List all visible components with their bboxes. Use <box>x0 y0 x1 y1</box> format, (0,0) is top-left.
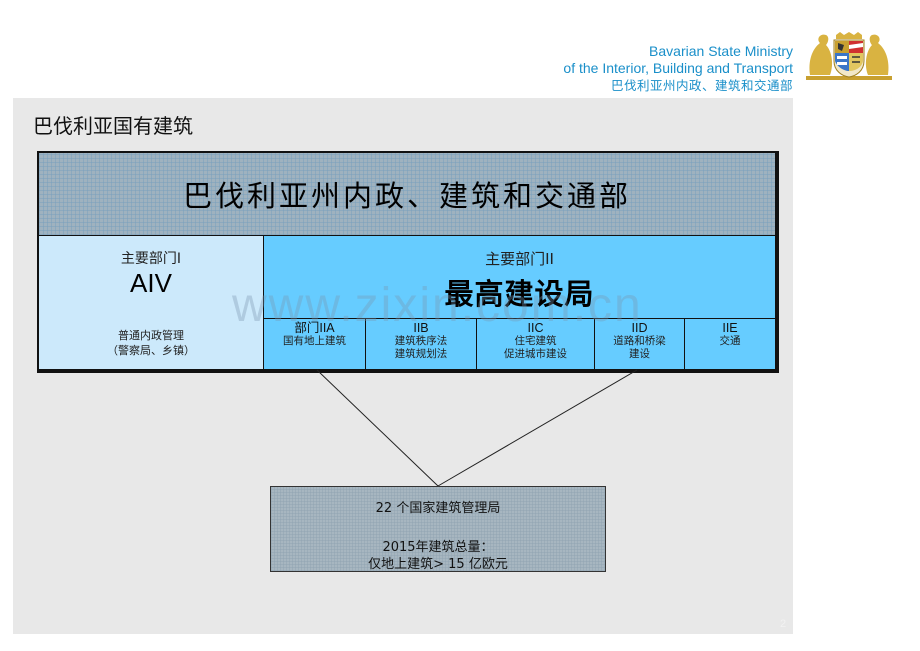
header-line-1: Bavarian State Ministry <box>649 43 793 59</box>
summary-line-3: 仅地上建筑> 15 亿欧元 <box>368 557 508 572</box>
page-number: 2 <box>780 618 787 630</box>
department-i-code: AIV <box>130 268 172 298</box>
department-ii-label: 主要部门II <box>485 250 554 268</box>
subdivision-line-1: 道路和桥梁 <box>613 335 666 347</box>
department-i-desc-line-2: （警察局、乡镇） <box>107 344 195 357</box>
summary-line-1: 22 个国家建筑管理局 <box>375 501 501 516</box>
subdivision-row: 部门IIA 国有地上建筑 IIB 建筑秩序法 建筑规划法 IIC 住宅建筑 促进… <box>264 318 775 369</box>
subdivision-iia: 部门IIA 国有地上建筑 <box>264 319 366 369</box>
subdivision-iib: IIB 建筑秩序法 建筑规划法 <box>366 319 477 369</box>
ministry-name: 巴伐利亚州内政、建筑和交通部 <box>182 179 631 213</box>
subdivision-line-1: 国有地上建筑 <box>283 335 346 347</box>
subdivision-code: IIE <box>722 321 738 335</box>
summary-box: 22 个国家建筑管理局 2015年建筑总量： 仅地上建筑> 15 亿欧元 <box>270 486 606 572</box>
department-i-desc-line-1: 普通内政管理 <box>118 329 184 342</box>
subdivision-line-1: 建筑秩序法 <box>394 335 448 347</box>
department-ii-name: 最高建设局 <box>444 277 595 311</box>
department-i-description: 普通内政管理 （警察局、乡镇） <box>39 328 263 358</box>
slide-title: 巴伐利亚国有建筑 <box>33 114 193 138</box>
ministry-header: Bavarian State Ministry of the Interior,… <box>563 43 793 94</box>
subdivision-line-2: 建筑规划法 <box>394 348 448 360</box>
subdivision-code: 部门IIA <box>294 321 335 335</box>
department-i-box: 主要部门I AIV 普通内政管理 （警察局、乡镇） <box>39 236 264 369</box>
department-ii-box: 主要部门II 最高建设局 部门IIA 国有地上建筑 IIB 建筑秩序法 建筑规划… <box>264 236 775 369</box>
header-line-3: 巴伐利亚州内政、建筑和交通部 <box>610 78 793 93</box>
subdivision-line-1: 交通 <box>719 335 741 347</box>
subdivision-code: IIB <box>413 321 429 335</box>
subdivision-iid: IID 道路和桥梁 建设 <box>595 319 685 369</box>
subdivision-line-2: 促进城市建设 <box>504 348 567 360</box>
subdivision-line-1: 住宅建筑 <box>514 335 557 347</box>
org-chart: 巴伐利亚州内政、建筑和交通部 主要部门I AIV 普通内政管理 （警察局、乡镇）… <box>37 151 779 373</box>
subdivision-code: IID <box>631 321 648 335</box>
subdivision-iic: IIC 住宅建筑 促进城市建设 <box>477 319 595 369</box>
department-i-label: 主要部门I <box>120 251 182 267</box>
header-line-2: of the Interior, Building and Transport <box>563 60 793 76</box>
subdivision-iie: IIE 交通 <box>685 319 775 369</box>
ministry-box: 巴伐利亚州内政、建筑和交通部 <box>39 153 775 236</box>
subdivision-line-2: 建设 <box>629 348 650 360</box>
subdivision-code: IIC <box>527 321 544 335</box>
bavarian-coat-of-arms-icon <box>806 32 892 80</box>
